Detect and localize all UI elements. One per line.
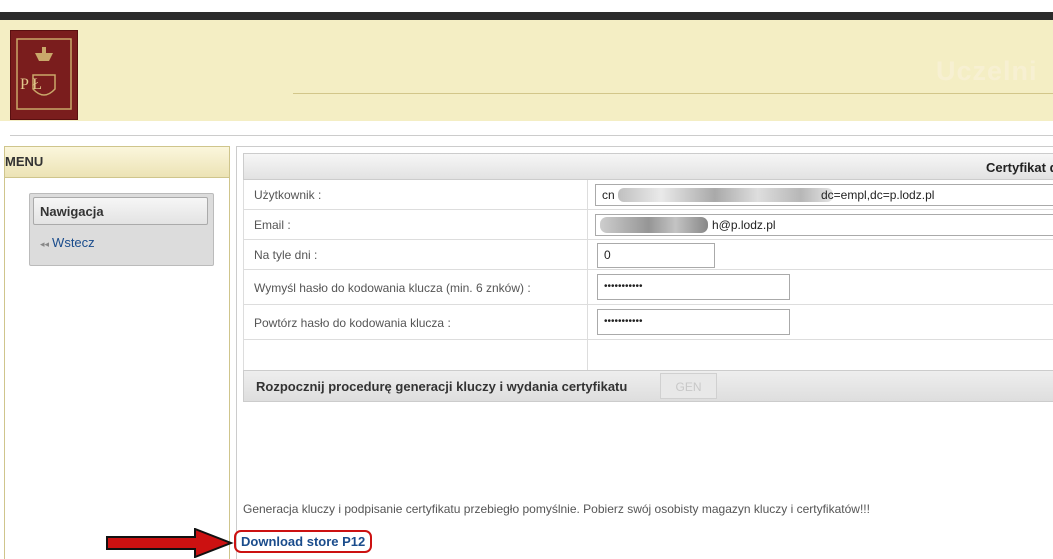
- user-field-value: dc=empl,dc=p.lodz.pl: [821, 188, 935, 202]
- column-separator: [587, 180, 588, 209]
- email-field[interactable]: h@p.lodz.pl: [595, 214, 1053, 236]
- days-input[interactable]: 0: [597, 243, 715, 268]
- redaction-blur: [618, 188, 833, 202]
- email-row: Email : h@p.lodz.pl: [243, 210, 1053, 240]
- generate-label: Rozpocznij procedurę generacji kluczy i …: [256, 379, 628, 394]
- menu-panel: MENU Nawigacja ◂◂ Wstecz: [4, 146, 230, 559]
- password-confirm-input[interactable]: •••••••••••: [597, 309, 790, 335]
- certificate-header: Certyfikat dla:: [243, 153, 1053, 180]
- certificate-title: Certyfikat dla:: [986, 160, 1053, 175]
- column-separator: [587, 340, 588, 370]
- double-left-arrow-icon: ◂◂: [40, 239, 50, 249]
- password-confirm-label: Powtórz hasło do kodowania klucza :: [254, 316, 451, 330]
- email-field-value: h@p.lodz.pl: [712, 218, 776, 232]
- page-header: [0, 20, 1053, 121]
- top-dark-bar: [0, 12, 1053, 20]
- password-input[interactable]: •••••••••••: [597, 274, 790, 300]
- header-bottom-rule: [10, 135, 1053, 136]
- days-label: Na tyle dni :: [254, 248, 318, 262]
- password-confirm-row: Powtórz hasło do kodowania klucza : ••••…: [243, 305, 1053, 340]
- success-message: Generacja kluczy i podpisanie certyfikat…: [243, 502, 870, 516]
- generate-row: Rozpocznij procedurę generacji kluczy i …: [243, 370, 1053, 402]
- header-divider: [293, 93, 1053, 94]
- email-label: Email :: [254, 218, 291, 232]
- column-separator: [587, 240, 588, 269]
- back-link[interactable]: ◂◂ Wstecz: [40, 235, 95, 250]
- header-title: Uczelni: [936, 56, 1038, 86]
- column-separator: [587, 305, 588, 339]
- back-link-label[interactable]: Wstecz: [52, 235, 95, 250]
- logo-text: P Ł: [20, 76, 42, 93]
- redaction-blur: [600, 217, 708, 233]
- user-row: Użytkownik : cn dc=empl,dc=p.lodz.pl: [243, 180, 1053, 210]
- spacer-row: [243, 340, 1053, 370]
- red-arrow-annotation: [106, 528, 234, 558]
- gen-button[interactable]: GEN: [660, 373, 717, 399]
- navigation-title: Nawigacja: [33, 197, 208, 225]
- menu-title: MENU: [5, 147, 229, 178]
- user-field[interactable]: cn dc=empl,dc=p.lodz.pl: [595, 184, 1053, 206]
- navigation-panel: Nawigacja ◂◂ Wstecz: [29, 193, 214, 266]
- days-row: Na tyle dni : 0: [243, 240, 1053, 270]
- university-logo: P Ł: [10, 30, 78, 120]
- download-store-link[interactable]: Download store P12: [234, 530, 373, 553]
- password-row: Wymyśl hasło do kodowania klucza (min. 6…: [243, 270, 1053, 305]
- password-label: Wymyśl hasło do kodowania klucza (min. 6…: [254, 281, 531, 295]
- column-separator: [587, 270, 588, 304]
- user-label: Użytkownik :: [254, 188, 322, 202]
- user-field-prefix: cn: [602, 188, 615, 202]
- column-separator: [587, 210, 588, 239]
